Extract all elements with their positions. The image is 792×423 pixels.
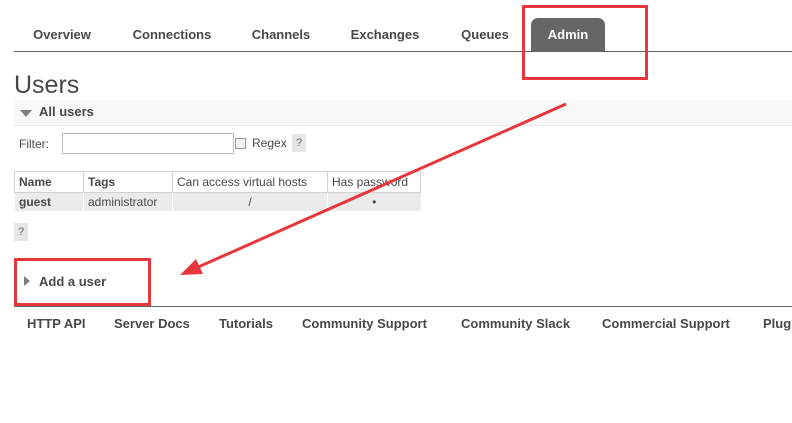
rabbitmq-admin-page: Overview Connections Channels Exchanges … xyxy=(0,0,792,423)
annotation-arrow-icon xyxy=(180,102,567,275)
